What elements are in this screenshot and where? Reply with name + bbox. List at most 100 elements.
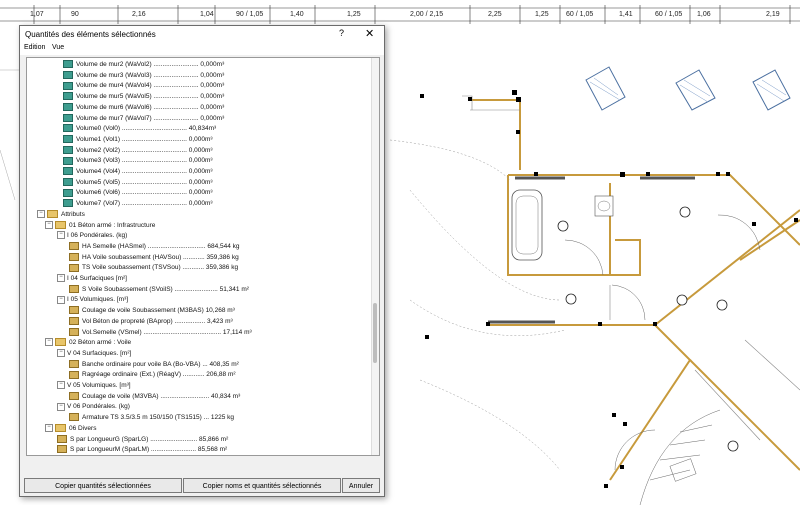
- tree-row-label: Volume7 (Vol7) .........................…: [76, 200, 213, 208]
- tree-row[interactable]: Volume de mur6 (WaVol6) ................…: [63, 103, 224, 113]
- tree-row[interactable]: Banche ordinaire pour voile BA (Bo-VBA) …: [69, 359, 239, 370]
- tree-row[interactable]: S Voile Soubassement (SVoilS) ..........…: [69, 284, 249, 295]
- expand-toggle-icon[interactable]: −: [57, 295, 65, 304]
- expand-toggle-icon[interactable]: −: [57, 381, 65, 390]
- tree-row[interactable]: Coulage de voile (M3VBA) ...............…: [69, 391, 241, 402]
- selection-handle: [420, 90, 798, 488]
- tree-row[interactable]: HA Voile soubassement (HAVSou) .........…: [69, 252, 239, 263]
- quantity-icon: [63, 135, 73, 144]
- tree-row[interactable]: Volume0 (Vol0) .........................…: [63, 124, 216, 134]
- tree-row[interactable]: Vol Béton de propreté (BAprop) .........…: [69, 317, 233, 327]
- tree-row[interactable]: − 06 Divers: [45, 424, 96, 434]
- expand-toggle-icon[interactable]: −: [45, 338, 53, 347]
- tree-row[interactable]: Armature TS 3.5/3.5 m 150/150 (TS1515) .…: [69, 413, 234, 423]
- tree-row[interactable]: Vol.Semelle (VSmel) ....................…: [69, 327, 252, 338]
- tree-row[interactable]: S par LongueurM (SparLM) ...............…: [57, 445, 227, 455]
- tree-row[interactable]: S par LongueurG (SparLG) ...............…: [57, 434, 228, 445]
- dimension-label: 2,16: [132, 11, 146, 18]
- dimension-label: 2,25: [488, 11, 502, 18]
- scrollbar-thumb[interactable]: [373, 303, 377, 363]
- tree-row[interactable]: Coulage de voile Soubassement (M3BAS) 10…: [69, 306, 235, 316]
- attribute-icon: [69, 306, 79, 315]
- folder-icon: [55, 338, 66, 347]
- quantities-dialog[interactable]: Quantités des éléments sélectionnés ? ✕ …: [19, 25, 385, 497]
- tree-row[interactable]: Volume2 (Vol2) .........................…: [63, 145, 213, 156]
- copy-names-quantities-button[interactable]: Copier noms et quantités sélectionnés: [183, 478, 341, 493]
- dimension-label: 1,41: [619, 11, 633, 18]
- tree-row-label: Volume de mur5 (WaVol5) ................…: [76, 93, 225, 101]
- copy-quantities-button[interactable]: Copier quantités sélectionnées: [24, 478, 182, 493]
- wall: [470, 99, 800, 481]
- vertical-scrollbar[interactable]: [371, 58, 379, 455]
- menu-bar: Edition Vue: [20, 43, 384, 55]
- tree-row[interactable]: HA Semelle (HASmel) ....................…: [69, 242, 240, 252]
- tree-row-label: Volume5 (Vol5) .........................…: [76, 178, 213, 186]
- tree-row[interactable]: − I 05 Volumiques. [m³]: [57, 295, 128, 305]
- tree-row-label: Vol Béton de propreté (BAprop) .........…: [82, 317, 233, 325]
- close-icon[interactable]: ✕: [365, 27, 374, 40]
- dimension-label: 2,19: [766, 11, 780, 18]
- tree-row[interactable]: − V 05 Volumiques. [m³]: [57, 381, 131, 391]
- tree-row-label: S Voile Soubassement (SVoilS) ..........…: [82, 285, 249, 293]
- dimension-label: 1,06: [697, 11, 711, 18]
- tree-row[interactable]: Volume6 (Vol6) .........................…: [63, 188, 213, 198]
- tree-row[interactable]: TS Voile soubassement (TSVSou) .........…: [69, 263, 238, 273]
- tree-row[interactable]: Ragréage ordinaire (Ext.) (RéagV) ......…: [69, 370, 236, 380]
- expand-toggle-icon[interactable]: −: [37, 210, 45, 219]
- tree-row[interactable]: Volume de mur7 (WaVol7) ................…: [63, 113, 225, 124]
- tree-row-label: Volume de mur7 (WaVol7) ................…: [76, 114, 225, 122]
- tree-row[interactable]: − V 04 Surfaciques. [m²]: [57, 349, 131, 359]
- quantity-icon: [63, 103, 73, 112]
- expand-toggle-icon[interactable]: −: [45, 220, 53, 229]
- tree-row[interactable]: Volume3 (Vol3) .........................…: [63, 156, 213, 166]
- dimension-label: 1,07: [30, 11, 44, 18]
- dimension-label: 90: [71, 11, 79, 18]
- tree-row-label: Coulage de voile (M3VBA) ...............…: [82, 392, 241, 400]
- attribute-icon: [69, 252, 79, 261]
- tree-row-label: Armature TS 3.5/3.5 m 150/150 (TS1515) .…: [82, 414, 234, 422]
- tree-row-label: HA Voile soubassement (HAVSou) .........…: [82, 253, 239, 261]
- dimension-label: 2,00 / 2,15: [410, 11, 444, 18]
- tree-row[interactable]: − 02 Béton armé : Voile: [45, 338, 131, 348]
- tree-row[interactable]: Volume1 (Vol1) .........................…: [63, 135, 213, 145]
- tree-row[interactable]: Volume de mur5 (WaVol5) ................…: [63, 92, 224, 102]
- tree-row[interactable]: Volume7 (Vol7) .........................…: [63, 199, 213, 209]
- expand-toggle-icon[interactable]: −: [45, 424, 53, 433]
- title-bar[interactable]: Quantités des éléments sélectionnés ? ✕: [20, 26, 384, 43]
- dimension-label: 1,25: [535, 11, 549, 18]
- attribute-icon: [69, 327, 79, 336]
- tree-row[interactable]: − V 06 Pondérales. (kg): [57, 402, 130, 412]
- attribute-icon: [57, 445, 67, 454]
- cancel-button[interactable]: Annuler: [342, 478, 380, 493]
- tree-row[interactable]: Volume5 (Vol5) .........................…: [63, 177, 213, 188]
- quantity-icon: [63, 60, 73, 69]
- quantities-tree[interactable]: Volume de mur2 (WaVol2) ................…: [26, 57, 380, 456]
- tree-row[interactable]: Volume de mur2 (WaVol2) ................…: [63, 60, 224, 70]
- tree-row[interactable]: Volume de mur3 (WaVol3) ................…: [63, 70, 224, 81]
- help-button[interactable]: ?: [339, 28, 344, 38]
- tree-row-label: S par LongueurM (SparLM) ...............…: [70, 446, 228, 454]
- tree-row[interactable]: Volume4 (Vol4) .........................…: [63, 167, 213, 177]
- tree-row[interactable]: − Attributs: [37, 210, 85, 220]
- dimension-label: 1,40: [290, 11, 304, 18]
- attribute-icon: [69, 317, 79, 326]
- menu-vue[interactable]: Vue: [52, 44, 64, 51]
- expand-toggle-icon[interactable]: −: [57, 274, 65, 283]
- expand-toggle-icon[interactable]: −: [57, 231, 65, 240]
- expand-toggle-icon[interactable]: −: [57, 402, 65, 411]
- tree-row[interactable]: Volume de mur4 (WaVol4) ................…: [63, 81, 224, 91]
- tree-row-label: TS Voile soubassement (TSVSou) .........…: [82, 264, 239, 272]
- quantity-icon: [63, 167, 73, 176]
- expand-toggle-icon[interactable]: −: [57, 349, 65, 358]
- tree-row[interactable]: − I 04 Surfaciques [m²]: [57, 274, 127, 284]
- quantity-icon: [63, 188, 73, 197]
- tree-row-label: Ragréage ordinaire (Ext.) (RéagV) ......…: [82, 371, 236, 379]
- skylight: [585, 66, 791, 111]
- tree-row[interactable]: − I 06 Pondérales. (kg): [57, 231, 127, 241]
- tree-row-label: Volume1 (Vol1) .........................…: [76, 135, 213, 143]
- menu-edition[interactable]: Edition: [24, 44, 45, 51]
- tree-row-label: Volume3 (Vol3) .........................…: [76, 157, 213, 165]
- tree-row[interactable]: − 01 Béton armé : Infrastructure: [45, 220, 155, 231]
- dimension-label: 60 / 1,05: [566, 11, 594, 18]
- quantity-icon: [63, 156, 73, 165]
